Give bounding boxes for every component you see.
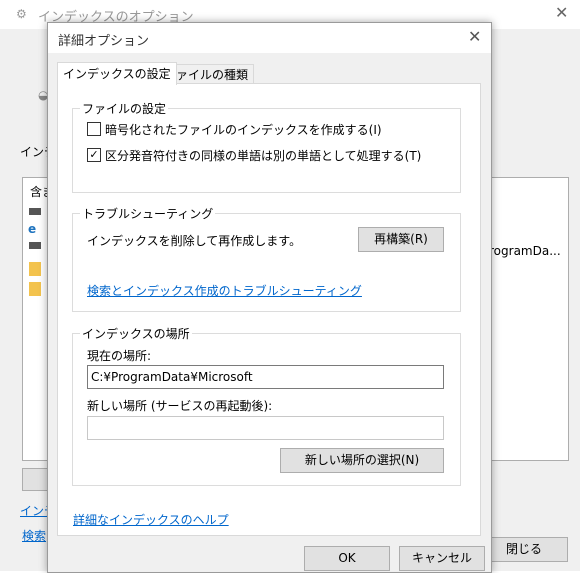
diacritics-checkbox[interactable]: ✓ [87, 148, 101, 162]
folder-icon [29, 282, 41, 296]
drive-icon [29, 208, 41, 215]
tab-index-settings[interactable]: インデックスの設定 [57, 62, 177, 85]
dialog-titlebar: 詳細オプション ✕ [48, 23, 491, 53]
rebuild-description: インデックスを削除して再作成します。 [87, 234, 302, 248]
search-link[interactable]: 検索 [22, 527, 46, 544]
indexing-help-link[interactable]: 詳細なインデックスのヘルプ [73, 511, 229, 528]
window-close-icon[interactable]: ✕ [555, 3, 568, 22]
file-settings-legend: ファイルの設定 [80, 100, 169, 117]
new-location-label: 新しい場所 (サービスの再起動後): [87, 399, 273, 413]
excluded-path-text: rogramDa... [489, 244, 561, 258]
search-settings-icon: ⚙ [16, 7, 27, 21]
ie-icon: e [28, 222, 37, 236]
index-location-legend: インデックスの場所 [80, 325, 192, 342]
dialog-close-icon[interactable]: ✕ [468, 27, 481, 46]
dialog-title: 詳細オプション [58, 34, 150, 49]
current-location-label: 現在の場所: [87, 349, 152, 363]
new-location-field[interactable] [87, 416, 444, 440]
encrypt-label: 暗号化されたファイルのインデックスを作成する(I) [105, 123, 382, 137]
encrypt-checkbox[interactable] [87, 122, 101, 136]
drive-icon [29, 242, 41, 249]
checkmark-icon: ✓ [89, 148, 99, 161]
cancel-button[interactable]: キャンセル [399, 546, 485, 571]
advanced-options-dialog: 詳細オプション ✕ インデックスの設定 ファイルの種類 ファイルの設定 暗号化さ… [47, 22, 492, 573]
troubleshooting-legend: トラブルシューティング [80, 205, 216, 222]
troubleshoot-link[interactable]: 検索とインデックス作成のトラブルシューティング [87, 282, 362, 299]
tab-panel: ファイルの設定 暗号化されたファイルのインデックスを作成する(I) ✓ 区分発音… [57, 83, 481, 536]
close-button[interactable]: 閉じる [480, 537, 568, 562]
folder-icon [29, 262, 41, 276]
select-new-location-button[interactable]: 新しい場所の選択(N) [280, 448, 444, 473]
rebuild-button[interactable]: 再構築(R) [358, 227, 444, 252]
ok-button[interactable]: OK [304, 546, 390, 571]
diacritics-label: 区分発音符付きの同様の単語は別の単語として処理する(T) [105, 149, 422, 163]
current-location-field[interactable]: C:¥ProgramData¥Microsoft [87, 365, 444, 389]
